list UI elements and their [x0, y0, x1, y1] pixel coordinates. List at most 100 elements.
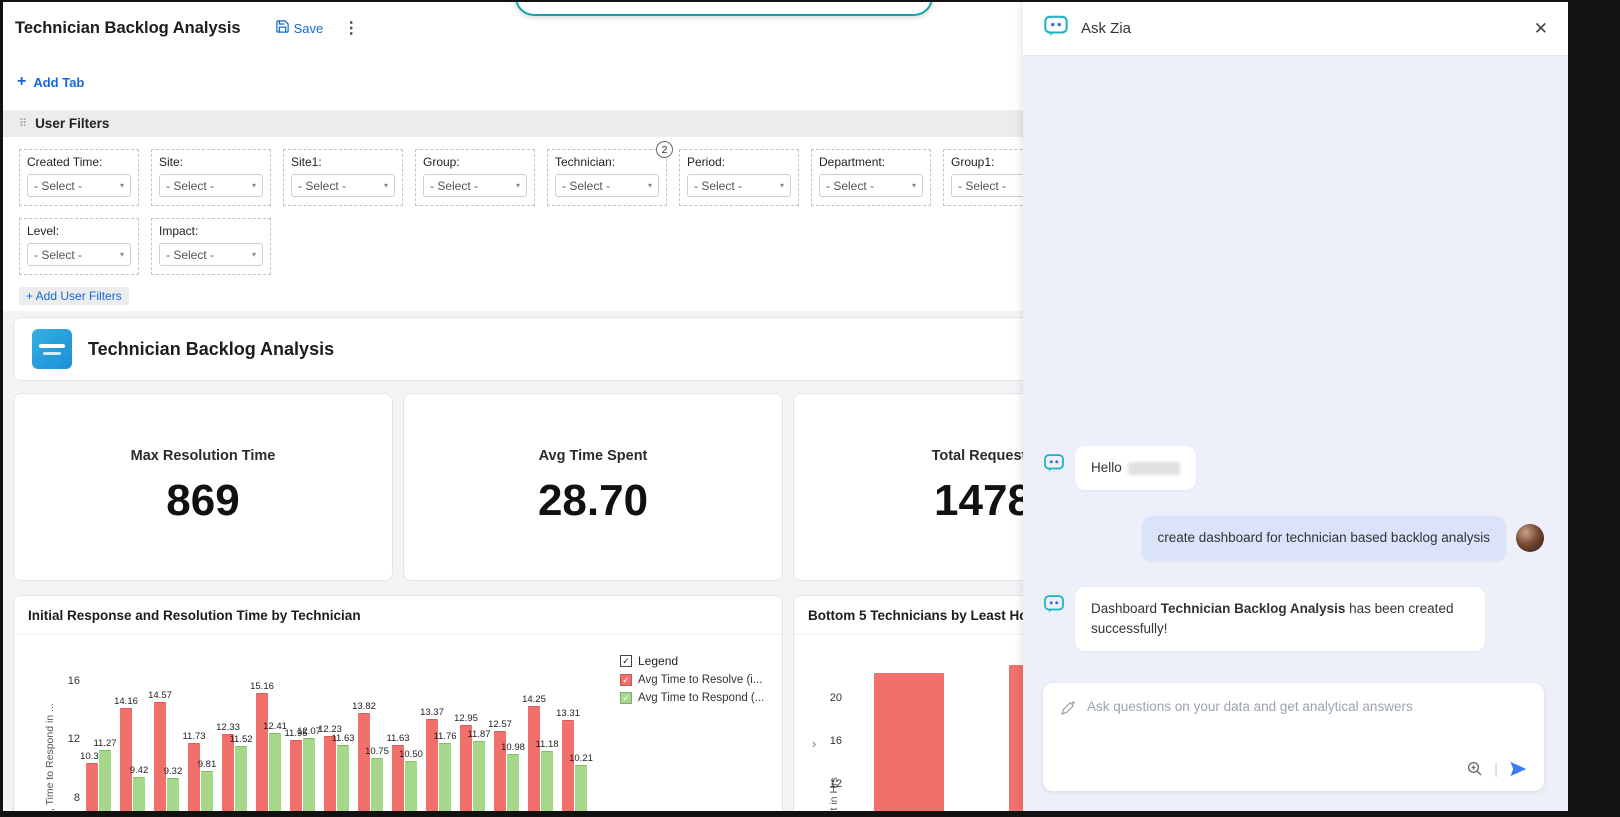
chevron-down-icon: ▾ — [516, 181, 520, 190]
kpi-label: Total Requests — [932, 448, 1035, 464]
legend-label: Avg Time to Respond (... — [638, 692, 764, 704]
chart-bar-avg-time-to-resolve[interactable]: 13.82 — [358, 713, 370, 811]
zia-logo-icon — [1043, 13, 1069, 44]
legend-swatch-green[interactable]: ✓ — [620, 692, 632, 704]
filter-select-value: - Select - — [694, 179, 742, 193]
kpi-card-max-resolution-time[interactable]: Max Resolution Time 869 — [13, 393, 393, 581]
zia-panel-title: Ask Zia — [1081, 20, 1131, 37]
bar-value-label: 10.21 — [569, 753, 593, 764]
zia-greeting-row: Hello — [1043, 446, 1544, 490]
chart-bar-avg-time-to-resolve[interactable]: 14.57 — [154, 702, 166, 811]
more-options-icon[interactable]: ⋮ — [343, 18, 359, 38]
response-dashboard-name: Technician Backlog Analysis — [1161, 601, 1346, 616]
zoom-in-icon[interactable] — [1466, 760, 1484, 778]
chart-bar-avg-time-to-respond[interactable]: 9.81 — [201, 771, 213, 811]
chart-bar-avg-time-to-respond[interactable]: 10.75 — [371, 758, 383, 812]
filter-label: Department: — [819, 155, 923, 169]
filter-label: Site1: — [291, 155, 395, 169]
chart-bar-avg-time-to-respond[interactable]: 10.50 — [405, 761, 417, 811]
filter-select[interactable]: - Select -▾ — [819, 174, 923, 197]
bar-value-label: 11.63 — [386, 733, 409, 744]
close-icon[interactable]: ✕ — [1534, 19, 1548, 39]
chart-bar-avg-time-to-respond[interactable]: 11.27 — [99, 750, 111, 811]
zia-input-box: | — [1043, 683, 1544, 791]
chart-bar-avg-time-to-respond[interactable]: 11.18 — [541, 751, 553, 811]
filter-period: Period:- Select -▾ — [679, 149, 799, 206]
drag-handle-icon[interactable]: ⠿ — [19, 117, 27, 130]
user-filters-title: User Filters — [35, 116, 109, 131]
legend-toggle[interactable]: ✓ Legend — [620, 654, 764, 668]
legend-entry-respond[interactable]: ✓ Avg Time to Respond (... — [620, 692, 764, 704]
chart-bar-least-hours[interactable] — [874, 673, 944, 811]
chart-bar-avg-time-to-respond[interactable]: 12.07 — [303, 738, 315, 811]
chart-bar-avg-time-to-respond[interactable]: 10.21 — [575, 765, 587, 811]
filter-label: Level: — [27, 224, 131, 238]
legend-swatch-red[interactable]: ✓ — [620, 674, 632, 686]
legend-label: Avg Time to Resolve (i... — [638, 674, 762, 686]
filter-select[interactable]: - Select -▾ — [291, 174, 395, 197]
divider — [14, 634, 782, 635]
add-user-filters-button[interactable]: + Add User Filters — [19, 287, 129, 305]
filter-select[interactable]: - Select -▾ — [159, 174, 263, 197]
separator: | — [1494, 761, 1498, 778]
chart-bar-avg-time-to-respond[interactable]: 10.98 — [507, 754, 519, 811]
chart-bar-avg-time-to-resolve[interactable]: 14.25 — [528, 706, 540, 811]
chart-title: Initial Response and Resolution Time by … — [28, 608, 361, 623]
chart-bar-avg-time-to-respond[interactable]: 9.42 — [133, 777, 145, 811]
bar-value-label: 11.76 — [433, 731, 456, 742]
chart-bar-avg-time-to-resolve[interactable]: 13.31 — [562, 720, 574, 811]
filter-select-value: - Select - — [298, 179, 346, 193]
filter-select[interactable]: - Select - ▾ — [423, 174, 527, 197]
chart-bar-avg-time-to-resolve[interactable]: 12.23 — [324, 736, 336, 811]
filter-select[interactable]: - Select -▾ — [27, 174, 131, 197]
y-axis-tick: 16 — [830, 735, 842, 747]
filter-label: Group: — [423, 155, 527, 169]
add-tab-button[interactable]: + Add Tab — [17, 73, 84, 91]
y-axis-tick: 20 — [830, 692, 842, 704]
chart-response-resolution: Initial Response and Resolution Time by … — [13, 595, 783, 811]
bar-value-label: 10.75 — [365, 746, 389, 757]
kpi-card-avg-time-spent[interactable]: Avg Time Spent 28.70 — [403, 393, 783, 581]
chart-bar-avg-time-to-respond[interactable]: 11.52 — [235, 746, 247, 811]
chart-bar-avg-time-to-respond[interactable]: 11.63 — [337, 745, 349, 811]
redacted-username — [1128, 462, 1180, 475]
zia-input-actions: | — [1466, 759, 1528, 779]
bar-value-label: 12.95 — [454, 713, 478, 724]
y-axis-tick: 12 — [68, 733, 80, 745]
chevron-down-icon: ▾ — [912, 181, 916, 190]
filter-select[interactable]: - Select -▾ — [687, 174, 791, 197]
chart-bar-avg-time-to-respond[interactable]: 11.87 — [473, 741, 485, 811]
dashboard-logo — [32, 329, 72, 369]
chevron-right-icon[interactable]: › — [812, 736, 816, 751]
chart-bar-avg-time-to-respond[interactable]: 9.32 — [167, 778, 179, 811]
chart-bar-avg-time-to-resolve[interactable]: 15.16 — [256, 693, 268, 811]
bar-value-label: 11.87 — [467, 729, 490, 740]
zia-header: Ask Zia ✕ — [1023, 2, 1568, 56]
checkbox-icon[interactable]: ✓ — [620, 655, 632, 667]
user-message-bubble: create dashboard for technician based ba… — [1142, 516, 1506, 560]
chart-bar-avg-time-to-respond[interactable]: 12.41 — [269, 733, 281, 811]
filter-select[interactable]: - Select -▾ — [27, 243, 131, 266]
chart-bar-avg-time-to-resolve[interactable]: 12.33 — [222, 734, 234, 811]
chart-bar-avg-time-to-resolve[interactable]: 11.73 — [188, 743, 200, 811]
chart-legend: ✓ Legend ✓ Avg Time to Resolve (i... ✓ A… — [620, 654, 764, 704]
filter-site1: Site1: - Select -▾ — [283, 149, 403, 206]
chart-bar-avg-time-to-respond[interactable]: 11.76 — [439, 743, 451, 811]
chart-bar-avg-time-to-resolve[interactable]: 11.95 — [290, 740, 302, 811]
legend-entry-resolve[interactable]: ✓ Avg Time to Resolve (i... — [620, 674, 764, 686]
filter-select-value: - Select - — [430, 179, 478, 193]
kpi-label: Max Resolution Time — [131, 448, 276, 464]
chart-bar-avg-time-to-resolve[interactable]: 14.16 — [120, 708, 132, 811]
dashboard-title: Technician Backlog Analysis — [88, 339, 334, 360]
filter-select[interactable]: - Select -▾ — [555, 174, 659, 197]
greeting-text: Hello — [1091, 460, 1122, 475]
save-button[interactable]: Save — [275, 19, 324, 37]
kpi-value: 28.70 — [538, 476, 648, 526]
zia-question-input[interactable] — [1087, 699, 1528, 714]
kpi-value: 1478 — [934, 476, 1032, 526]
user-avatar — [1516, 524, 1544, 552]
filter-select[interactable]: - Select -▾ — [159, 243, 263, 266]
send-icon[interactable] — [1508, 759, 1528, 779]
chart-bar-avg-time-to-resolve[interactable]: 10.35 — [86, 763, 98, 811]
filter-label: Site: — [159, 155, 263, 169]
